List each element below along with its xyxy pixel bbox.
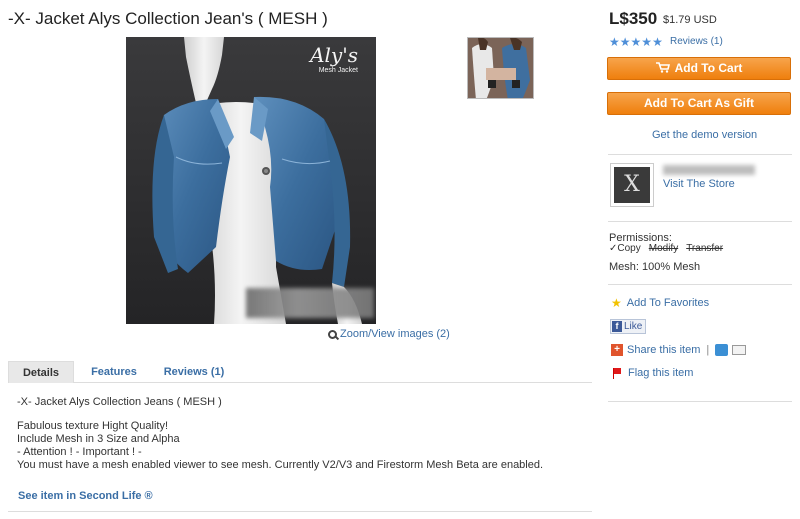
jacket-mannequin-illustration <box>126 37 376 324</box>
details-line: - Attention ! - Important ! - <box>17 446 142 458</box>
divider <box>608 401 792 402</box>
brand-logo: Aly's Mesh Jacket <box>310 43 358 74</box>
favorite-star-icon: ★ <box>611 296 622 310</box>
price-usd: $1.79 USD <box>663 14 717 26</box>
flag-label: Flag this item <box>628 367 694 379</box>
store-logo[interactable]: X <box>610 163 654 207</box>
store-name-blurred <box>663 165 755 175</box>
flag-item-link[interactable]: Flag this item <box>613 367 693 379</box>
star-icon: ★ <box>609 35 620 49</box>
share-separator: | <box>706 344 710 356</box>
see-in-second-life-link[interactable]: See item in Second Life ® <box>18 490 153 502</box>
magnifier-icon <box>328 329 337 339</box>
twitter-icon[interactable] <box>715 344 729 356</box>
star-icon: ★ <box>630 35 642 49</box>
permission-transfer: Transfer <box>686 243 724 254</box>
add-to-favorites-link[interactable]: ★ Add To Favorites <box>611 296 709 310</box>
visit-store-link[interactable]: Visit The Store <box>663 178 735 190</box>
price: L$350 <box>609 9 658 28</box>
star-icon: ★ <box>652 35 663 49</box>
permission-copy: ✓Copy <box>609 243 641 254</box>
add-to-cart-gift-label: Add To Cart As Gift <box>644 96 754 110</box>
detail-tabs: Details Features Reviews (1) <box>8 361 592 383</box>
star-icon: ★ <box>619 35 631 49</box>
cart-icon <box>655 59 670 73</box>
facebook-like-button[interactable]: f Like <box>610 319 647 334</box>
share-plus-icon[interactable]: + <box>611 344 623 356</box>
favorites-label: Add To Favorites <box>626 297 710 309</box>
zoom-view-images-link[interactable]: Zoom/View images (2) <box>328 328 450 340</box>
blurred-watermark <box>246 288 374 318</box>
product-thumbnail[interactable] <box>467 37 534 99</box>
like-label: Like <box>624 321 643 332</box>
mesh-info: Mesh: 100% Mesh <box>609 261 701 273</box>
divider <box>8 511 592 512</box>
rating-stars: ★ ★ ★ ★ ★ <box>609 36 663 48</box>
add-to-cart-label: Add To Cart <box>674 61 743 75</box>
details-line: Include Mesh in 3 Size and Alpha <box>17 433 180 445</box>
divider <box>608 284 792 285</box>
share-item-row: + Share this item | <box>611 344 747 356</box>
reviews-link[interactable]: Reviews (1) <box>670 36 723 47</box>
flag-icon <box>613 367 622 379</box>
permissions-row: ✓Copy Modify Transfer <box>609 243 723 254</box>
permission-modify: Modify <box>648 243 679 254</box>
divider <box>608 154 792 155</box>
details-heading: -X- Jacket Alys Collection Jeans ( MESH … <box>17 396 222 408</box>
email-icon[interactable] <box>732 345 747 355</box>
tab-details[interactable]: Details <box>8 361 74 383</box>
thumbnail-figures <box>468 38 533 98</box>
demo-version-link[interactable]: Get the demo version <box>652 129 757 141</box>
star-icon: ★ <box>641 35 653 49</box>
details-line: Fabulous texture Hight Quality! <box>17 420 169 432</box>
tab-reviews[interactable]: Reviews (1) <box>154 361 234 383</box>
facebook-icon: f <box>612 321 622 332</box>
tab-features[interactable]: Features <box>80 361 148 383</box>
add-to-cart-as-gift-button[interactable]: Add To Cart As Gift <box>607 92 791 115</box>
product-title: -X- Jacket Alys Collection Jean's ( MESH… <box>8 9 328 28</box>
details-line: You must have a mesh enabled viewer to s… <box>17 459 544 471</box>
product-main-image[interactable]: Aly's Mesh Jacket <box>126 37 376 324</box>
share-link[interactable]: Share this item <box>627 344 700 356</box>
divider <box>608 221 792 222</box>
zoom-link-label: Zoom/View images (2) <box>340 328 450 340</box>
add-to-cart-button[interactable]: Add To Cart <box>607 57 791 80</box>
store-logo-glyph: X <box>614 167 650 203</box>
